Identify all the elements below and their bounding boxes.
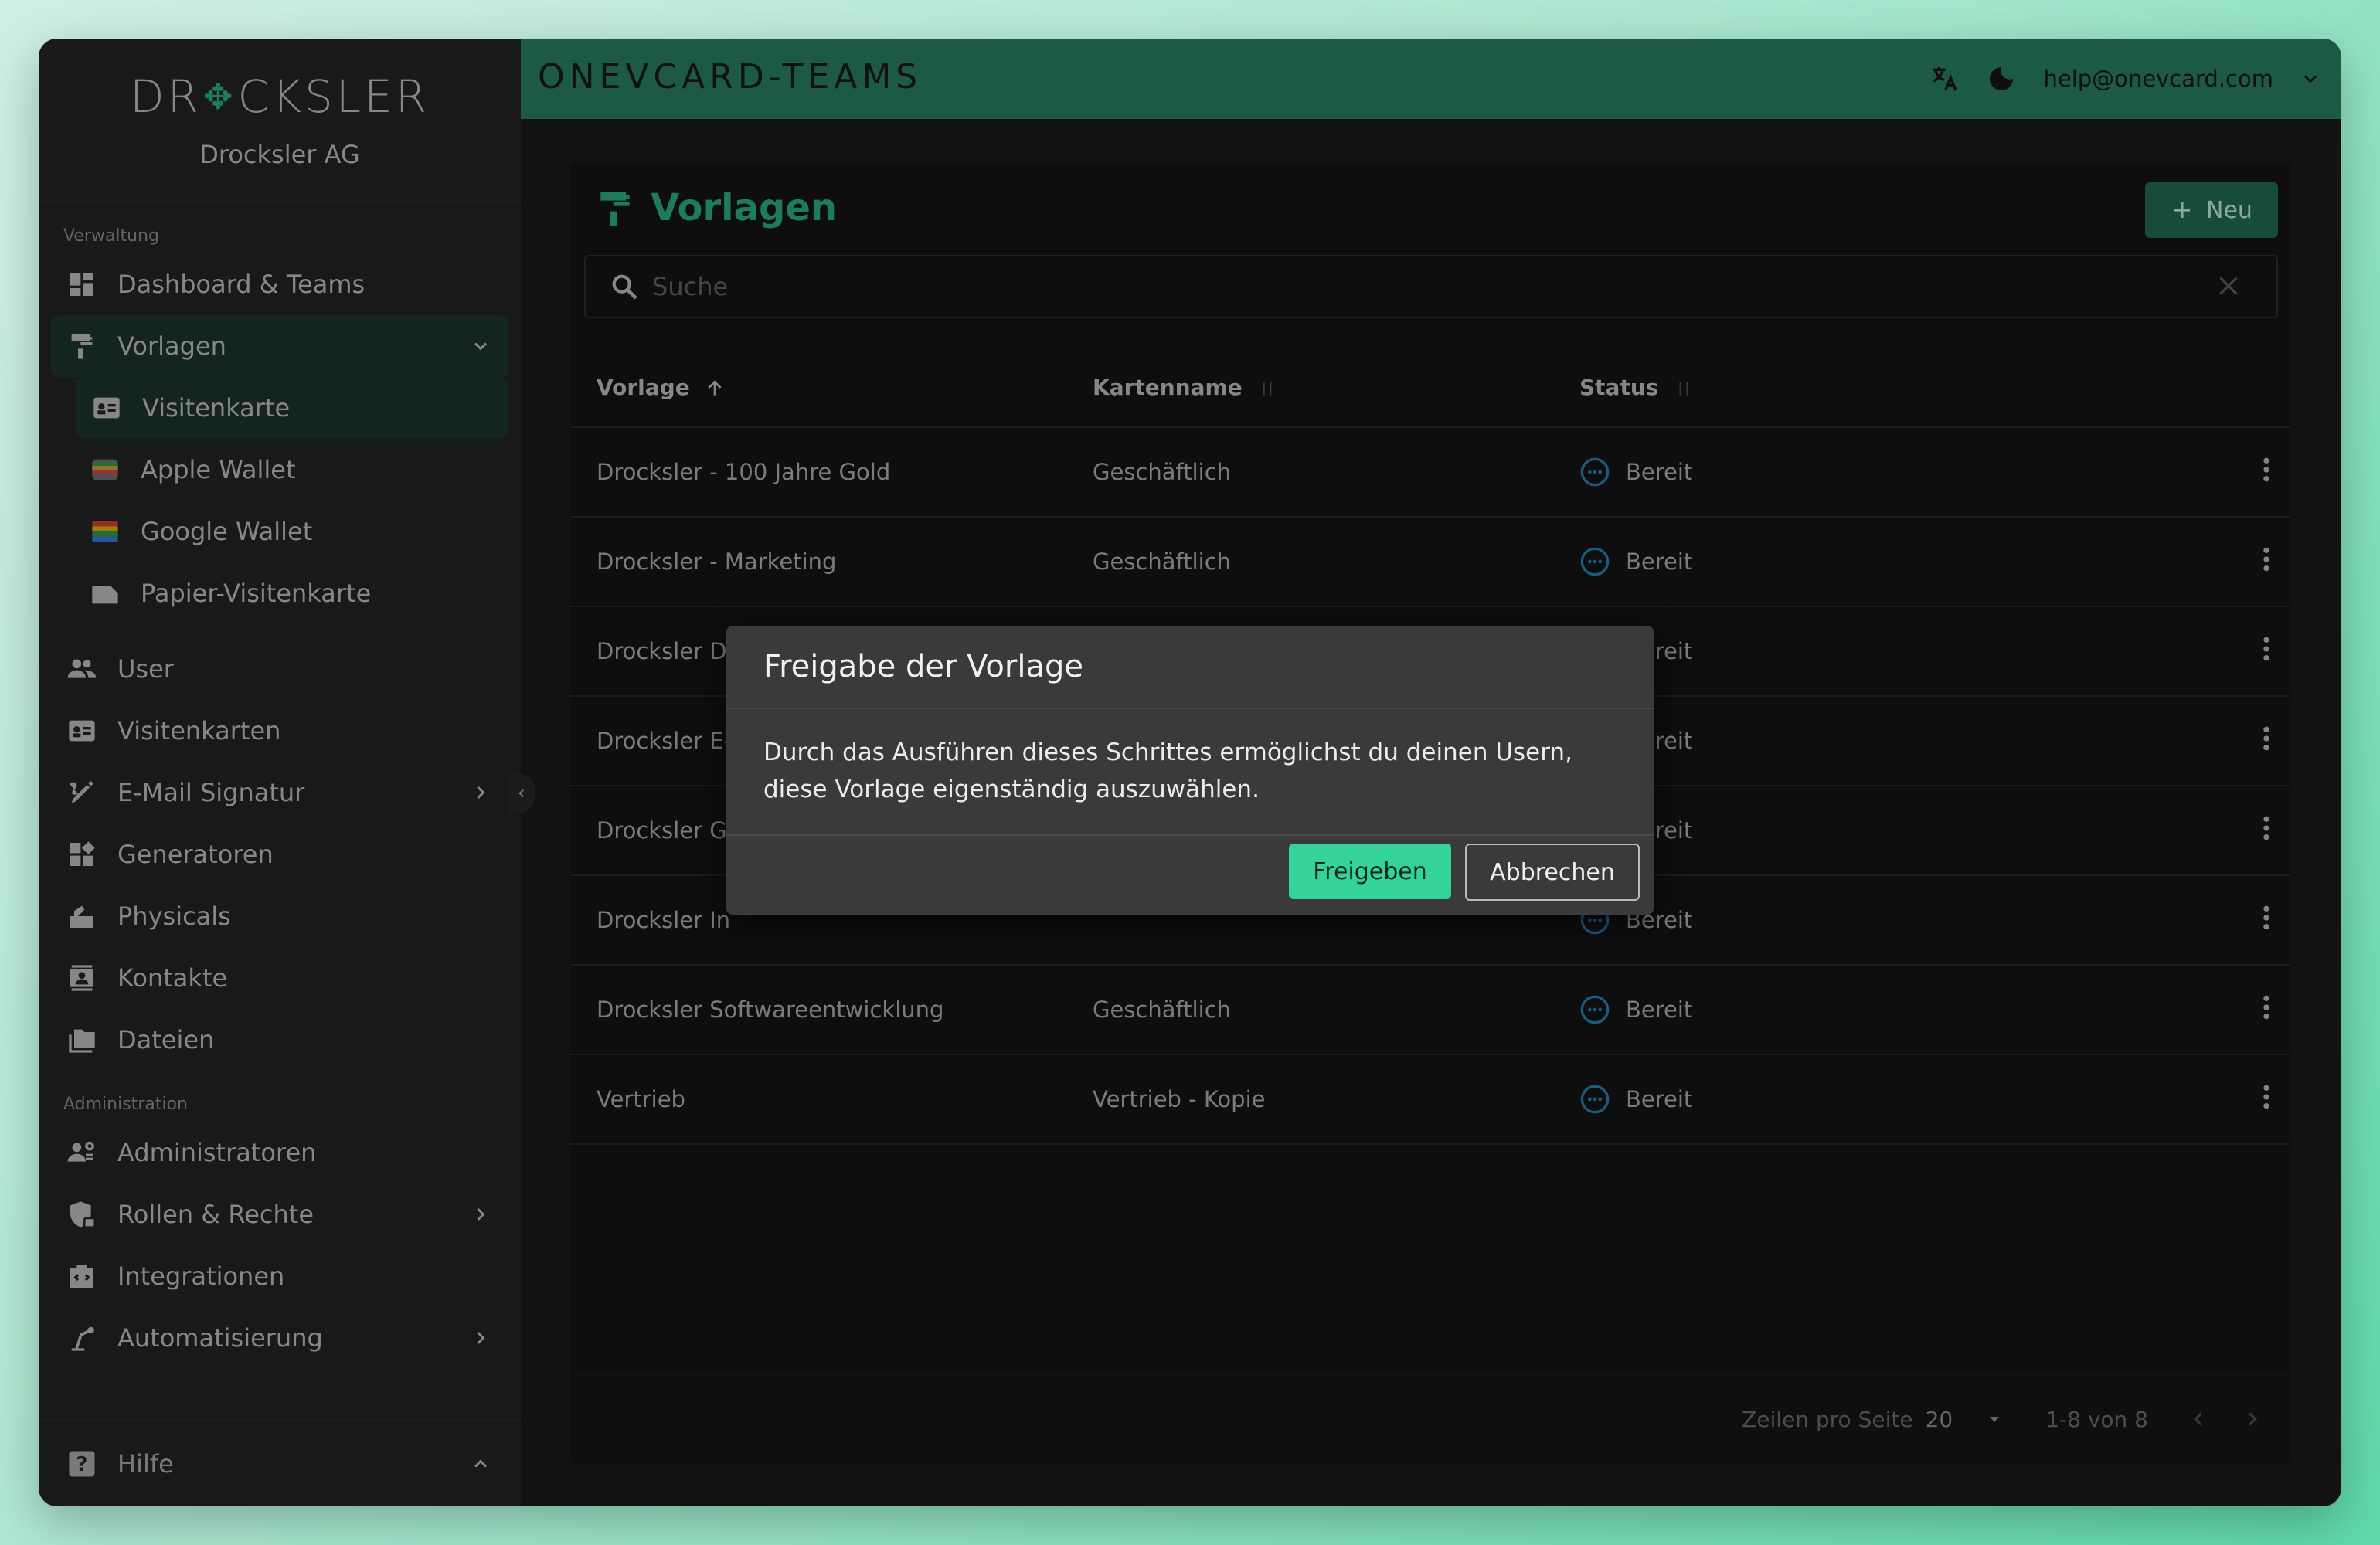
dialog-message: Durch das Ausführen dieses Schrittes erm… — [726, 709, 1654, 836]
cancel-button[interactable]: Abbrechen — [1465, 844, 1640, 901]
dialog-actions: Freigeben Abbrechen — [1289, 844, 1640, 901]
release-template-dialog: Freigabe der Vorlage Durch das Ausführen… — [726, 626, 1654, 915]
release-button[interactable]: Freigeben — [1289, 844, 1451, 899]
dialog-title: Freigabe der Vorlage — [726, 626, 1654, 709]
app-window: DR ✥ CKSLER Drocksler AG Verwaltung Dash… — [39, 39, 2341, 1506]
